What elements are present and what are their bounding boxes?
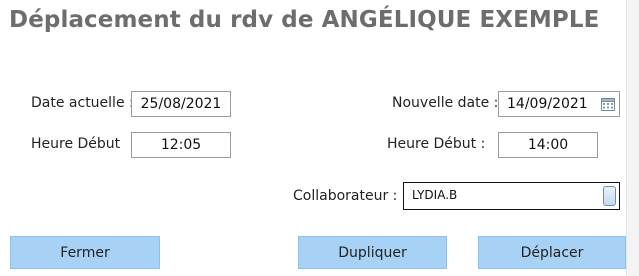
collaborator-select[interactable]: LYDIA.B [403,182,620,210]
move-appointment-dialog: Déplacement du rdv de ANGÉLIQUE EXEMPLE … [0,0,639,276]
new-time-label: Heure Début : [387,136,486,152]
dialog-title: Déplacement du rdv de ANGÉLIQUE EXEMPLE [9,7,600,33]
collaborator-selected: LYDIA.B [412,188,458,202]
close-button[interactable]: Fermer [10,236,160,269]
move-button[interactable]: Déplacer [478,236,626,269]
current-time-field[interactable]: 12:05 [131,132,231,158]
current-date-label: Date actuelle : [31,95,134,111]
collaborator-label: Collaborateur : [293,188,398,204]
new-date-label: Nouvelle date : [392,95,499,111]
calendar-icon[interactable] [601,97,615,111]
duplicate-button[interactable]: Dupliquer [298,236,447,269]
dropdown-arrow-icon[interactable] [603,186,616,206]
new-date-field[interactable]: 14/09/2021 [498,91,620,117]
new-date-value: 14/09/2021 [507,96,588,112]
current-time-label: Heure Début [31,136,121,152]
window-edge [626,0,639,276]
new-time-field[interactable]: 14:00 [498,132,598,158]
current-date-field[interactable]: 25/08/2021 [131,91,231,117]
